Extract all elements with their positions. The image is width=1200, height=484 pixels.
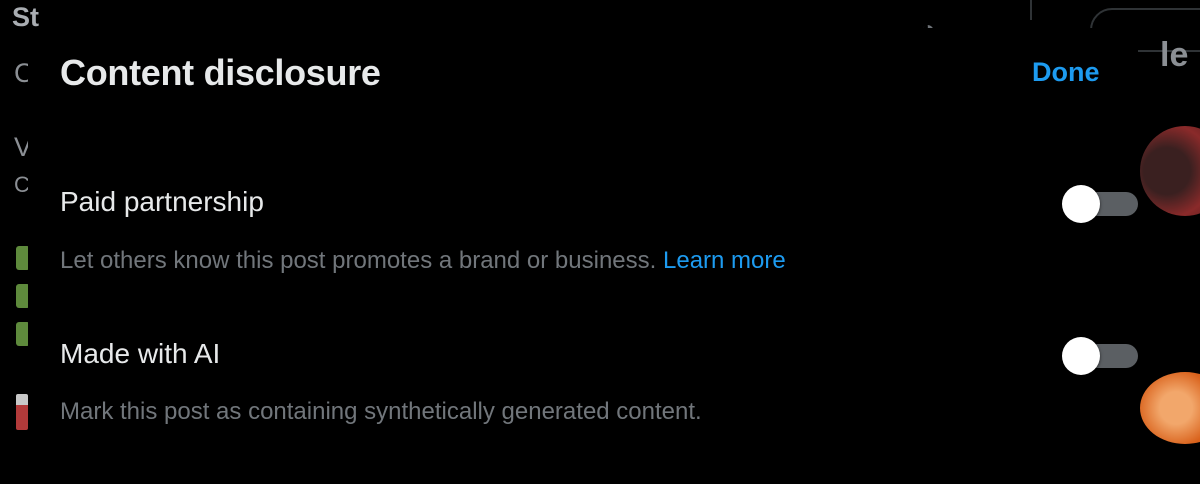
toggle-knob <box>1062 185 1100 223</box>
background-profile-name: Strike Official <box>12 2 40 32</box>
made-with-ai-toggle[interactable] <box>1062 337 1138 375</box>
flag-icon <box>16 394 28 430</box>
learn-more-link[interactable]: Learn more <box>663 247 786 274</box>
made-with-ai-label: Made with AI <box>60 338 221 369</box>
paid-partnership-label: Paid partnership <box>60 186 264 217</box>
toggle-knob <box>1062 337 1100 375</box>
screen: Strike Official C V C ◔ le Content discl… <box>0 0 1200 484</box>
paid-partnership-description: Let others know this post promotes a bra… <box>60 247 786 275</box>
paid-partnership-toggle[interactable] <box>1062 185 1138 223</box>
dialog-title: Content disclosure <box>60 52 381 93</box>
avatar <box>1140 372 1200 444</box>
paid-partnership-description-text: Let others know this post promotes a bra… <box>60 247 657 274</box>
avatar <box>1140 126 1200 216</box>
content-disclosure-dialog: Content disclosure Done Paid partnership… <box>28 28 1138 484</box>
made-with-ai-description: Mark this post as containing synthetical… <box>60 398 702 425</box>
background-divider <box>1030 0 1032 20</box>
background-heading-fragment: le <box>1160 36 1189 74</box>
done-button[interactable]: Done <box>1032 57 1100 88</box>
